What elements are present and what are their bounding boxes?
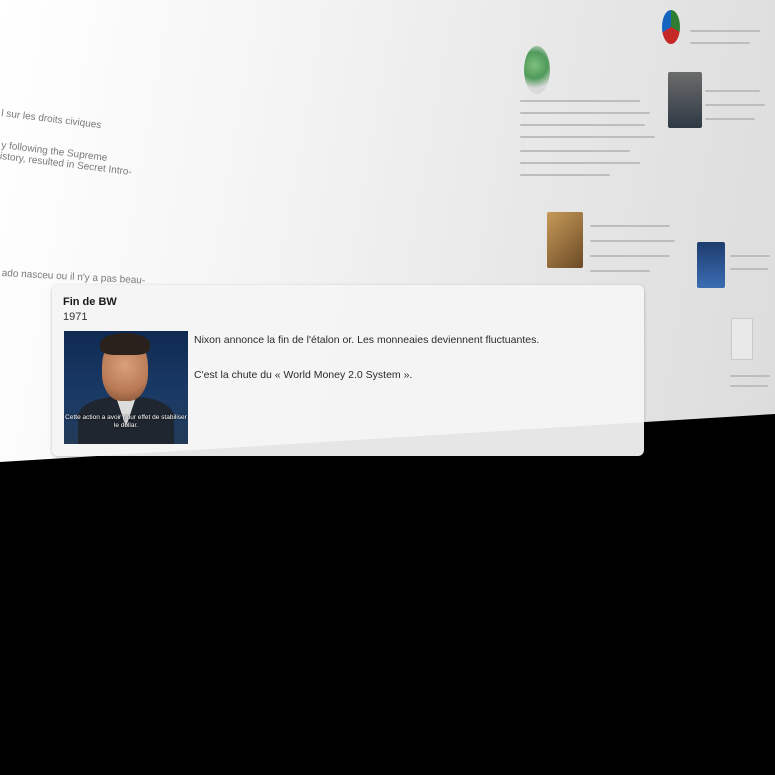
- text-line: [590, 225, 670, 227]
- text-line: [690, 42, 750, 44]
- document-thumbnail[interactable]: [731, 318, 753, 360]
- image-subtitle: Cette action a avoir pour effet de stabi…: [65, 414, 187, 429]
- event-year: 1971: [63, 311, 88, 323]
- logo-thumbnail[interactable]: [662, 10, 680, 44]
- text-line: [520, 124, 645, 126]
- text-line: [520, 136, 655, 138]
- gavel-thumbnail[interactable]: [547, 212, 583, 268]
- text-line: [520, 150, 630, 152]
- event-card[interactable]: Fin de BW 1971 Cette action a avoir pour…: [52, 285, 644, 456]
- text-line: [590, 270, 650, 272]
- event-title: Fin de BW: [63, 296, 117, 308]
- text-line: [520, 100, 640, 102]
- text-line: [705, 104, 765, 106]
- event-description: Nixon annonce la fin de l'étalon or. Les…: [194, 334, 540, 346]
- photo-thumbnail[interactable]: [668, 72, 702, 128]
- event-image[interactable]: Cette action a avoir pour effet de stabi…: [64, 331, 188, 444]
- event-description: C'est la chute du « World Money 2.0 Syst…: [194, 369, 413, 381]
- text-line: [690, 30, 760, 32]
- text-line: [590, 255, 670, 257]
- text-line: [590, 240, 675, 242]
- text-line: [705, 118, 755, 120]
- text-line: [520, 112, 650, 114]
- text-line: [520, 162, 640, 164]
- text-line: [730, 385, 768, 387]
- text-line: [730, 375, 770, 377]
- text-line: [520, 174, 610, 176]
- background-text: ado nasceu ou il n'y a pas beau-: [1, 268, 146, 287]
- hair-shape: [100, 333, 150, 355]
- photo-thumbnail[interactable]: [697, 242, 725, 288]
- text-line: [730, 255, 770, 257]
- background-text: y following the Supreme istory, resulted…: [0, 140, 133, 179]
- background-text: l sur les droits civiques: [0, 108, 102, 132]
- text-line: [730, 268, 768, 270]
- text-line: [705, 90, 760, 92]
- globe-thumbnail[interactable]: [524, 46, 550, 94]
